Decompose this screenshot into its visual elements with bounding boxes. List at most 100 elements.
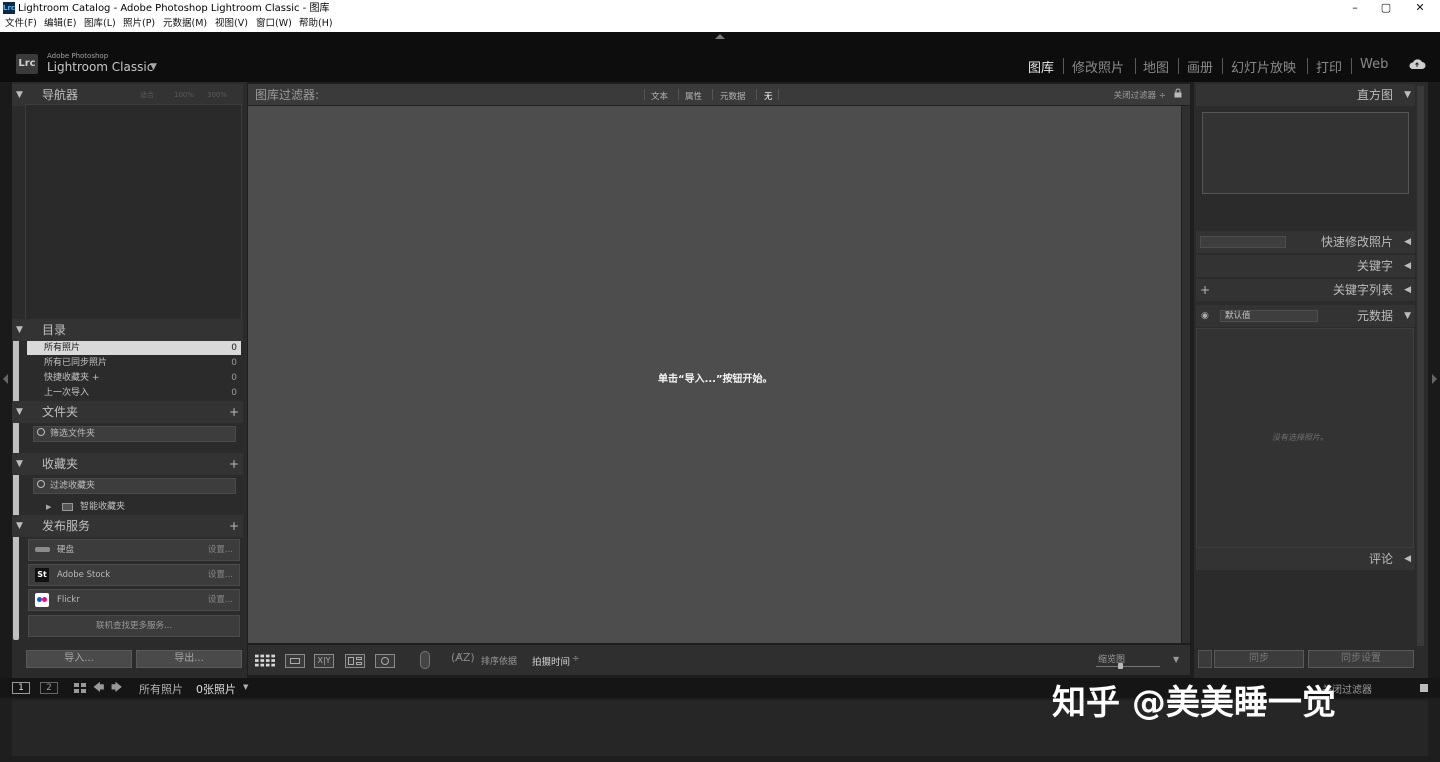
sync-settings-button[interactable]: 同步设置 xyxy=(1308,650,1414,668)
catalog-item-label: 上一次导入 xyxy=(44,388,90,398)
publish-flickr[interactable]: Flickr 设置... xyxy=(28,589,240,611)
people-view-icon[interactable] xyxy=(375,654,395,668)
maximize-button[interactable]: ▢ xyxy=(1371,0,1401,17)
collapse-top-panel-icon[interactable] xyxy=(715,34,725,39)
smart-collections-row[interactable]: ▶ 智能收藏夹 xyxy=(46,500,236,514)
collection-filter-input[interactable]: 过滤收藏夹 xyxy=(33,478,236,494)
sort-direction-icon[interactable]: (A̸Z) xyxy=(451,651,475,664)
navigator-preview[interactable] xyxy=(25,104,242,320)
module-book[interactable]: 画册 xyxy=(1187,57,1213,76)
catalog-item-previous-import[interactable]: 上一次导入 0 xyxy=(27,386,241,400)
menu-window[interactable]: 窗口(W) xyxy=(256,17,292,31)
collections-header[interactable]: ▼ 收藏夹 + xyxy=(12,453,243,475)
toolbar-menu-icon[interactable]: ▼ xyxy=(1173,655,1179,664)
navigator-title: 导航器 xyxy=(42,88,79,102)
metadata-header[interactable]: ◉ 默认值 元数据 ▼ xyxy=(1196,305,1415,327)
sort-value-dropdown[interactable]: 拍摄时间 xyxy=(532,654,570,668)
metadata-preset-dropdown[interactable]: 默认值 xyxy=(1220,310,1318,322)
menu-edit[interactable]: 编辑(E) xyxy=(44,17,76,31)
grid-scrollbar[interactable] xyxy=(1182,106,1190,643)
survey-view-icon[interactable] xyxy=(345,654,365,668)
keyword-list-header[interactable]: + 关键字列表 ◀ xyxy=(1196,279,1415,301)
right-edge-strip[interactable] xyxy=(1428,82,1440,678)
compare-view-icon[interactable]: X|Y xyxy=(314,654,334,668)
saved-preset-dropdown[interactable] xyxy=(1200,236,1286,248)
catalog-item-all-photos[interactable]: 所有照片 0 xyxy=(27,341,241,355)
back-arrow-icon[interactable]: 🡄 xyxy=(93,679,104,698)
menu-metadata[interactable]: 元数据(M) xyxy=(163,17,207,31)
grid-view-icon[interactable] xyxy=(255,654,275,668)
publish-adobe-stock[interactable]: St Adobe Stock 设置... xyxy=(28,564,240,586)
forward-arrow-icon[interactable]: 🡆 xyxy=(111,679,122,698)
module-develop[interactable]: 修改照片 xyxy=(1072,57,1124,76)
loupe-view-icon[interactable] xyxy=(285,654,305,668)
add-keyword-icon[interactable]: + xyxy=(1200,279,1210,301)
find-more-services-button[interactable]: 联机查找更多服务... xyxy=(28,615,240,637)
expand-left-panel-icon[interactable] xyxy=(3,374,8,384)
add-folder-icon[interactable]: + xyxy=(229,401,239,423)
publish-hard-drive[interactable]: 硬盘 设置... xyxy=(28,539,240,561)
menu-library[interactable]: 图库(L) xyxy=(84,17,116,31)
grid-mode-icon[interactable] xyxy=(74,683,86,694)
filter-preset-dropdown[interactable]: 关闭过滤器 ÷ xyxy=(1114,89,1166,101)
catalog-item-quick-collection[interactable]: 快捷收藏夹 + 0 xyxy=(27,371,241,385)
auto-sync-switch[interactable] xyxy=(1198,650,1212,668)
menu-file[interactable]: 文件(F) xyxy=(5,17,37,31)
import-button[interactable]: 导入... xyxy=(26,650,132,668)
identity-caret-icon[interactable]: ▼ xyxy=(150,62,157,72)
menu-help[interactable]: 帮助(H) xyxy=(299,17,333,31)
primary-window-button[interactable]: 1 xyxy=(12,682,30,694)
expand-triangle-icon[interactable]: ▶ xyxy=(46,500,51,514)
minimize-button[interactable]: – xyxy=(1340,0,1370,17)
nav-100-option[interactable]: 100% xyxy=(174,84,194,106)
catalog-header[interactable]: ▼ 目录 xyxy=(12,319,243,341)
module-map[interactable]: 地图 xyxy=(1143,57,1169,76)
painter-spray-icon[interactable] xyxy=(420,651,430,669)
expand-right-panel-icon[interactable] xyxy=(1432,374,1437,384)
folder-filter-input[interactable]: 筛选文件夹 xyxy=(33,426,236,442)
lock-icon[interactable] xyxy=(1174,88,1182,98)
thumbnail-size-slider[interactable] xyxy=(1096,663,1160,669)
keywording-header[interactable]: 关键字 ◀ xyxy=(1196,255,1415,277)
close-button[interactable]: ✕ xyxy=(1405,0,1435,17)
eye-icon[interactable]: ◉ xyxy=(1201,305,1209,327)
grid-view[interactable]: 单击“导入...”按钮开始。 xyxy=(248,106,1181,643)
right-panel-scrollbar[interactable] xyxy=(1417,86,1424,646)
filter-tab-attribute[interactable]: 属性 xyxy=(685,90,702,102)
menu-view[interactable]: 视图(V) xyxy=(215,17,248,31)
quick-develop-header[interactable]: 快速修改照片 ◀ xyxy=(1196,231,1415,253)
menu-photo[interactable]: 照片(P) xyxy=(123,17,155,31)
module-print[interactable]: 打印 xyxy=(1316,57,1342,76)
comments-header[interactable]: 评论 ◀ xyxy=(1196,548,1415,570)
catalog-item-synced[interactable]: 所有已同步照片 0 xyxy=(27,356,241,370)
cloud-sync-icon[interactable] xyxy=(1408,58,1426,70)
sync-button[interactable]: 同步 xyxy=(1214,650,1304,668)
module-slideshow[interactable]: 幻灯片放映 xyxy=(1231,57,1296,76)
sort-caret-icon[interactable]: ÷ xyxy=(572,654,580,664)
filter-tab-metadata[interactable]: 元数据 xyxy=(720,90,746,102)
filter-tab-none[interactable]: 无 xyxy=(764,90,773,102)
secondary-window-button[interactable]: 2 xyxy=(40,682,58,694)
left-edge-strip[interactable] xyxy=(0,82,12,678)
publish-services-header[interactable]: ▼ 发布服务 + xyxy=(12,515,243,537)
navigator-header[interactable]: ▼ 导航器 适合 100% 300% xyxy=(12,84,243,106)
nav-fit-option[interactable]: 适合 xyxy=(140,84,154,106)
add-collection-icon[interactable]: + xyxy=(229,453,239,475)
filmstrip-source[interactable]: 所有照片 xyxy=(139,681,183,697)
publish-settings-link[interactable]: 设置... xyxy=(208,540,233,560)
export-button[interactable]: 导出... xyxy=(136,650,242,668)
filmstrip-lock-icon[interactable] xyxy=(1420,684,1428,692)
filter-tab-text[interactable]: 文本 xyxy=(651,90,668,102)
module-web[interactable]: Web xyxy=(1360,57,1388,72)
slider-thumb[interactable] xyxy=(1118,663,1123,669)
publish-settings-link[interactable]: 设置... xyxy=(208,590,233,610)
folders-header[interactable]: ▼ 文件夹 + xyxy=(12,401,243,423)
filter-separator xyxy=(756,89,757,100)
publish-settings-link[interactable]: 设置... xyxy=(208,565,233,585)
histogram-header[interactable]: 直方图 ▼ xyxy=(1196,84,1415,106)
nav-300-option[interactable]: 300% xyxy=(207,84,227,106)
module-library[interactable]: 图库 xyxy=(1028,57,1054,76)
left-panel-scrollbar[interactable] xyxy=(13,326,19,640)
add-publish-service-icon[interactable]: + xyxy=(229,515,239,537)
filmstrip-source-caret-icon[interactable]: ▼ xyxy=(243,683,248,691)
